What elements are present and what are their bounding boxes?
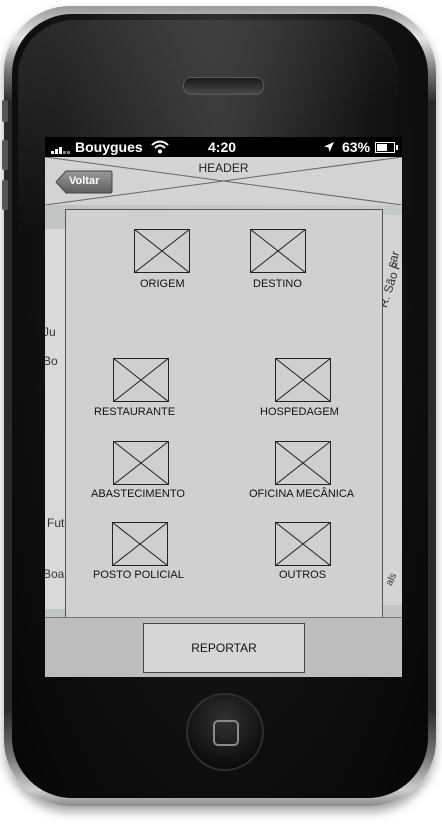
map-label-street-1: Ju [45, 325, 56, 339]
carrier-name: Bouygues [75, 139, 143, 155]
hospedagem-label: HOSPEDAGEM [260, 406, 339, 418]
menu-item-outros[interactable]: OUTROS [274, 521, 337, 584]
abastecimento-label: ABASTECIMENTO [91, 488, 185, 500]
outros-label: OUTROS [279, 569, 327, 581]
restaurante-image-placeholder [112, 357, 170, 403]
posto-policial-image-placeholder [111, 521, 169, 567]
destino-image-placeholder [249, 228, 307, 274]
menu-item-posto-policial[interactable]: POSTO POLICIAL [92, 521, 192, 584]
battery-percent: 63% [342, 139, 371, 155]
map-label-street-3: Fut [47, 516, 65, 530]
back-button-label: Voltar [69, 175, 100, 187]
origem-image-placeholder [133, 228, 191, 274]
menu-item-hospedagem[interactable]: HOSPEDAGEM [260, 357, 352, 420]
restaurante-label: RESTAURANTE [94, 406, 176, 418]
menu-item-abastecimento[interactable]: ABASTECIMENTO [90, 440, 194, 503]
outros-image-placeholder [274, 521, 332, 567]
menu-item-destino[interactable]: DESTINO [249, 228, 312, 295]
screen: Bouygues 4:20 63% HEADER Voltar Ju Bo Fu… [45, 137, 402, 677]
map-label-street-2: Bo [45, 354, 58, 368]
volume-up-button [2, 140, 8, 170]
back-button[interactable]: Voltar [55, 170, 113, 194]
clock: 4:20 [208, 139, 237, 155]
origem-label: ORIGEM [140, 278, 185, 290]
status-bar: Bouygues 4:20 63% [45, 137, 402, 157]
menu-item-origem[interactable]: ORIGEM [133, 228, 192, 295]
home-square-icon [213, 720, 239, 746]
oficina-mecanica-image-placeholder [274, 440, 332, 486]
destino-label: DESTINO [253, 278, 302, 290]
volume-down-button [2, 180, 8, 210]
wifi-icon [151, 140, 169, 154]
oficina-mecanica-label: OFICINA MECÂNICA [249, 488, 355, 500]
home-button[interactable] [186, 693, 264, 771]
menu-item-oficina-mecanica[interactable]: OFICINA MECÂNICA [248, 440, 364, 503]
map-label-street-4: Boa [45, 567, 65, 581]
menu-item-restaurante[interactable]: RESTAURANTE [94, 357, 190, 420]
hospedagem-image-placeholder [274, 357, 332, 403]
battery-icon [375, 142, 398, 153]
report-button[interactable]: REPORTAR [143, 623, 305, 673]
earpiece-speaker [183, 77, 264, 95]
mute-switch [2, 100, 8, 122]
abastecimento-image-placeholder [112, 440, 170, 486]
posto-policial-label: POSTO POLICIAL [93, 569, 184, 581]
menu-panel: ORIGEM DESTINO RESTAURANTE HOSPEDAGEM AB [65, 209, 383, 633]
location-arrow-icon [324, 142, 334, 152]
header-bar: HEADER Voltar [45, 157, 402, 206]
